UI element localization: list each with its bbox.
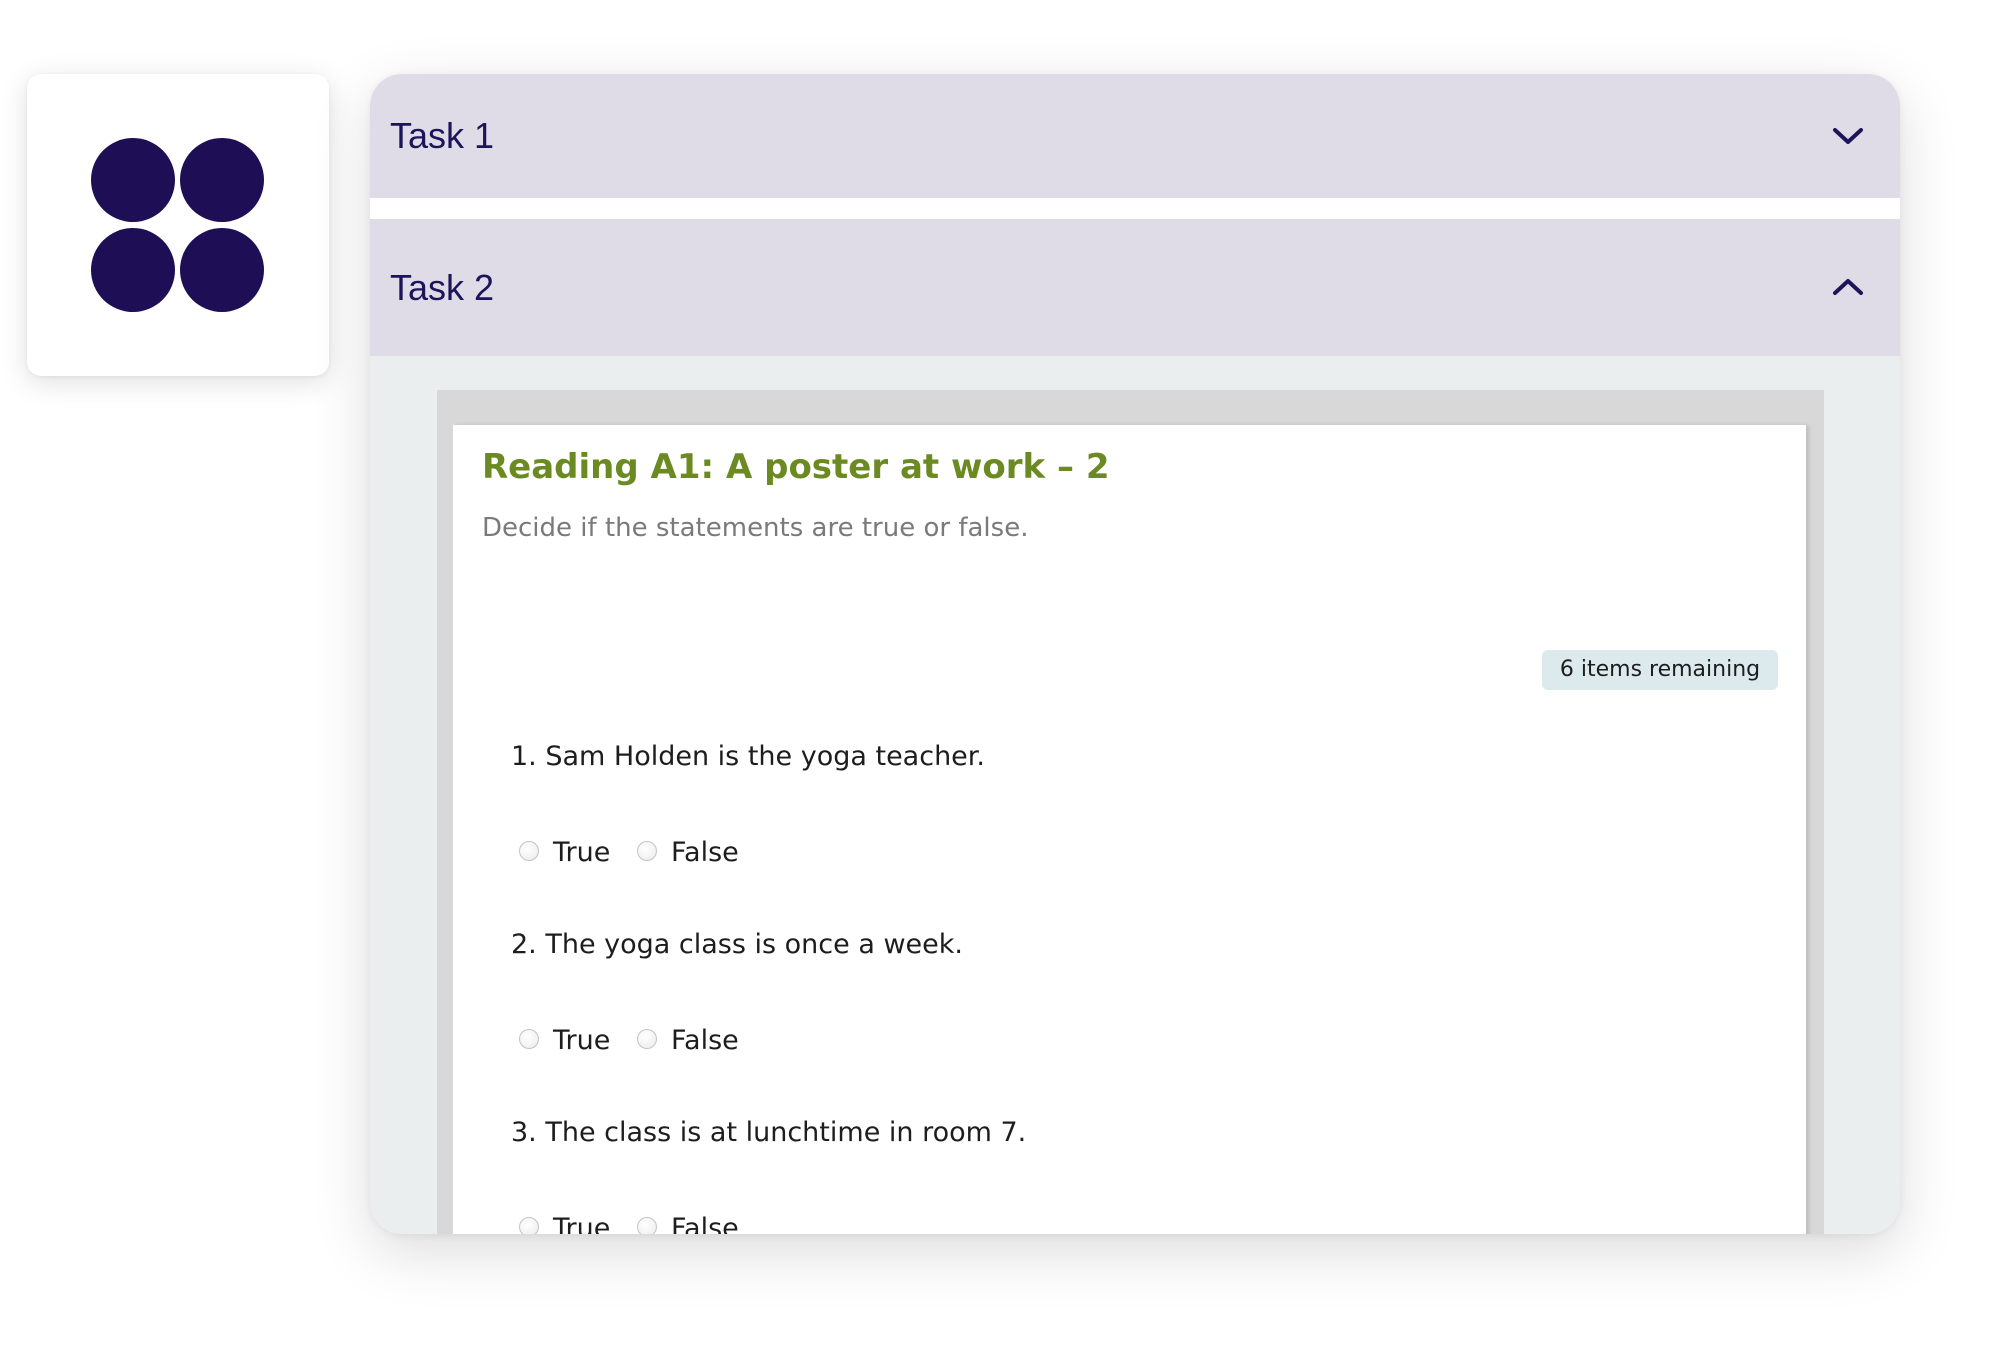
radio-button[interactable]	[519, 1029, 539, 1049]
option-label: True	[553, 1025, 611, 1056]
option-label: False	[671, 1213, 739, 1234]
option-label: False	[671, 1025, 739, 1056]
radio-button[interactable]	[519, 841, 539, 861]
question-2-text: 2. The yoga class is once a week.	[511, 929, 963, 960]
task-1-header[interactable]: Task 1	[370, 74, 1900, 198]
items-remaining-badge: 6 items remaining	[1542, 650, 1778, 690]
task-2-content: Reading A1: A poster at work – 2 Decide …	[370, 356, 1900, 1234]
task-2-header[interactable]: Task 2	[370, 219, 1900, 356]
radio-button[interactable]	[637, 841, 657, 861]
chevron-down-icon[interactable]	[1830, 124, 1866, 148]
option-label: True	[553, 1213, 611, 1234]
radio-button[interactable]	[519, 1217, 539, 1234]
activity-instructions: Decide if the statements are true or fal…	[482, 513, 1029, 543]
option-label: True	[553, 837, 611, 868]
activity-card: Reading A1: A poster at work – 2 Decide …	[453, 425, 1806, 1234]
activity-frame: Reading A1: A poster at work – 2 Decide …	[437, 390, 1824, 1234]
radio-button[interactable]	[637, 1217, 657, 1234]
task-accordion: Task 1 Task 2 Reading A1: A poster at wo…	[370, 74, 1900, 1234]
question-1-text: 1. Sam Holden is the yoga teacher.	[511, 741, 986, 772]
radio-button[interactable]	[637, 1029, 657, 1049]
chevron-up-icon[interactable]	[1830, 275, 1866, 299]
question-3-text: 3. The class is at lunchtime in room 7.	[511, 1117, 1027, 1148]
task-2-title: Task 2	[390, 267, 495, 308]
activity-title: Reading A1: A poster at work – 2	[482, 447, 1110, 487]
task-1-title: Task 1	[390, 115, 495, 156]
four-dots-logo-icon	[91, 138, 264, 312]
logo-card	[27, 74, 329, 376]
option-label: False	[671, 837, 739, 868]
